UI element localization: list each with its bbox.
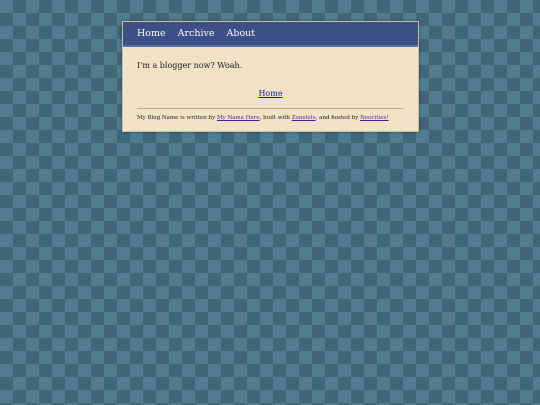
footer-divider	[137, 108, 404, 109]
footer-text-2: , built with	[259, 115, 292, 121]
home-link-wrapper: Home	[137, 81, 404, 100]
footer-text-1: My Blog Name is written by	[137, 115, 217, 121]
navbar: Home Archive About	[123, 22, 418, 47]
page-container: Home Archive About I'm a blogger now? Wo…	[122, 21, 419, 132]
footer: My Blog Name is written by My Name Here,…	[137, 115, 404, 121]
main-content: I'm a blogger now? Woah. Home My Blog Na…	[123, 47, 418, 131]
nav-link-home[interactable]: Home	[137, 28, 166, 39]
home-link[interactable]: Home	[258, 89, 282, 98]
author-link[interactable]: My Name Here	[217, 115, 260, 121]
post-text: I'm a blogger now? Woah.	[137, 61, 243, 70]
neocities-link[interactable]: Neocities!	[360, 115, 388, 121]
zonelets-link[interactable]: Zonelets	[292, 115, 316, 121]
footer-text-3: , and hosted by	[315, 115, 361, 121]
nav-link-archive[interactable]: Archive	[178, 28, 215, 39]
nav-link-about[interactable]: About	[227, 28, 256, 39]
